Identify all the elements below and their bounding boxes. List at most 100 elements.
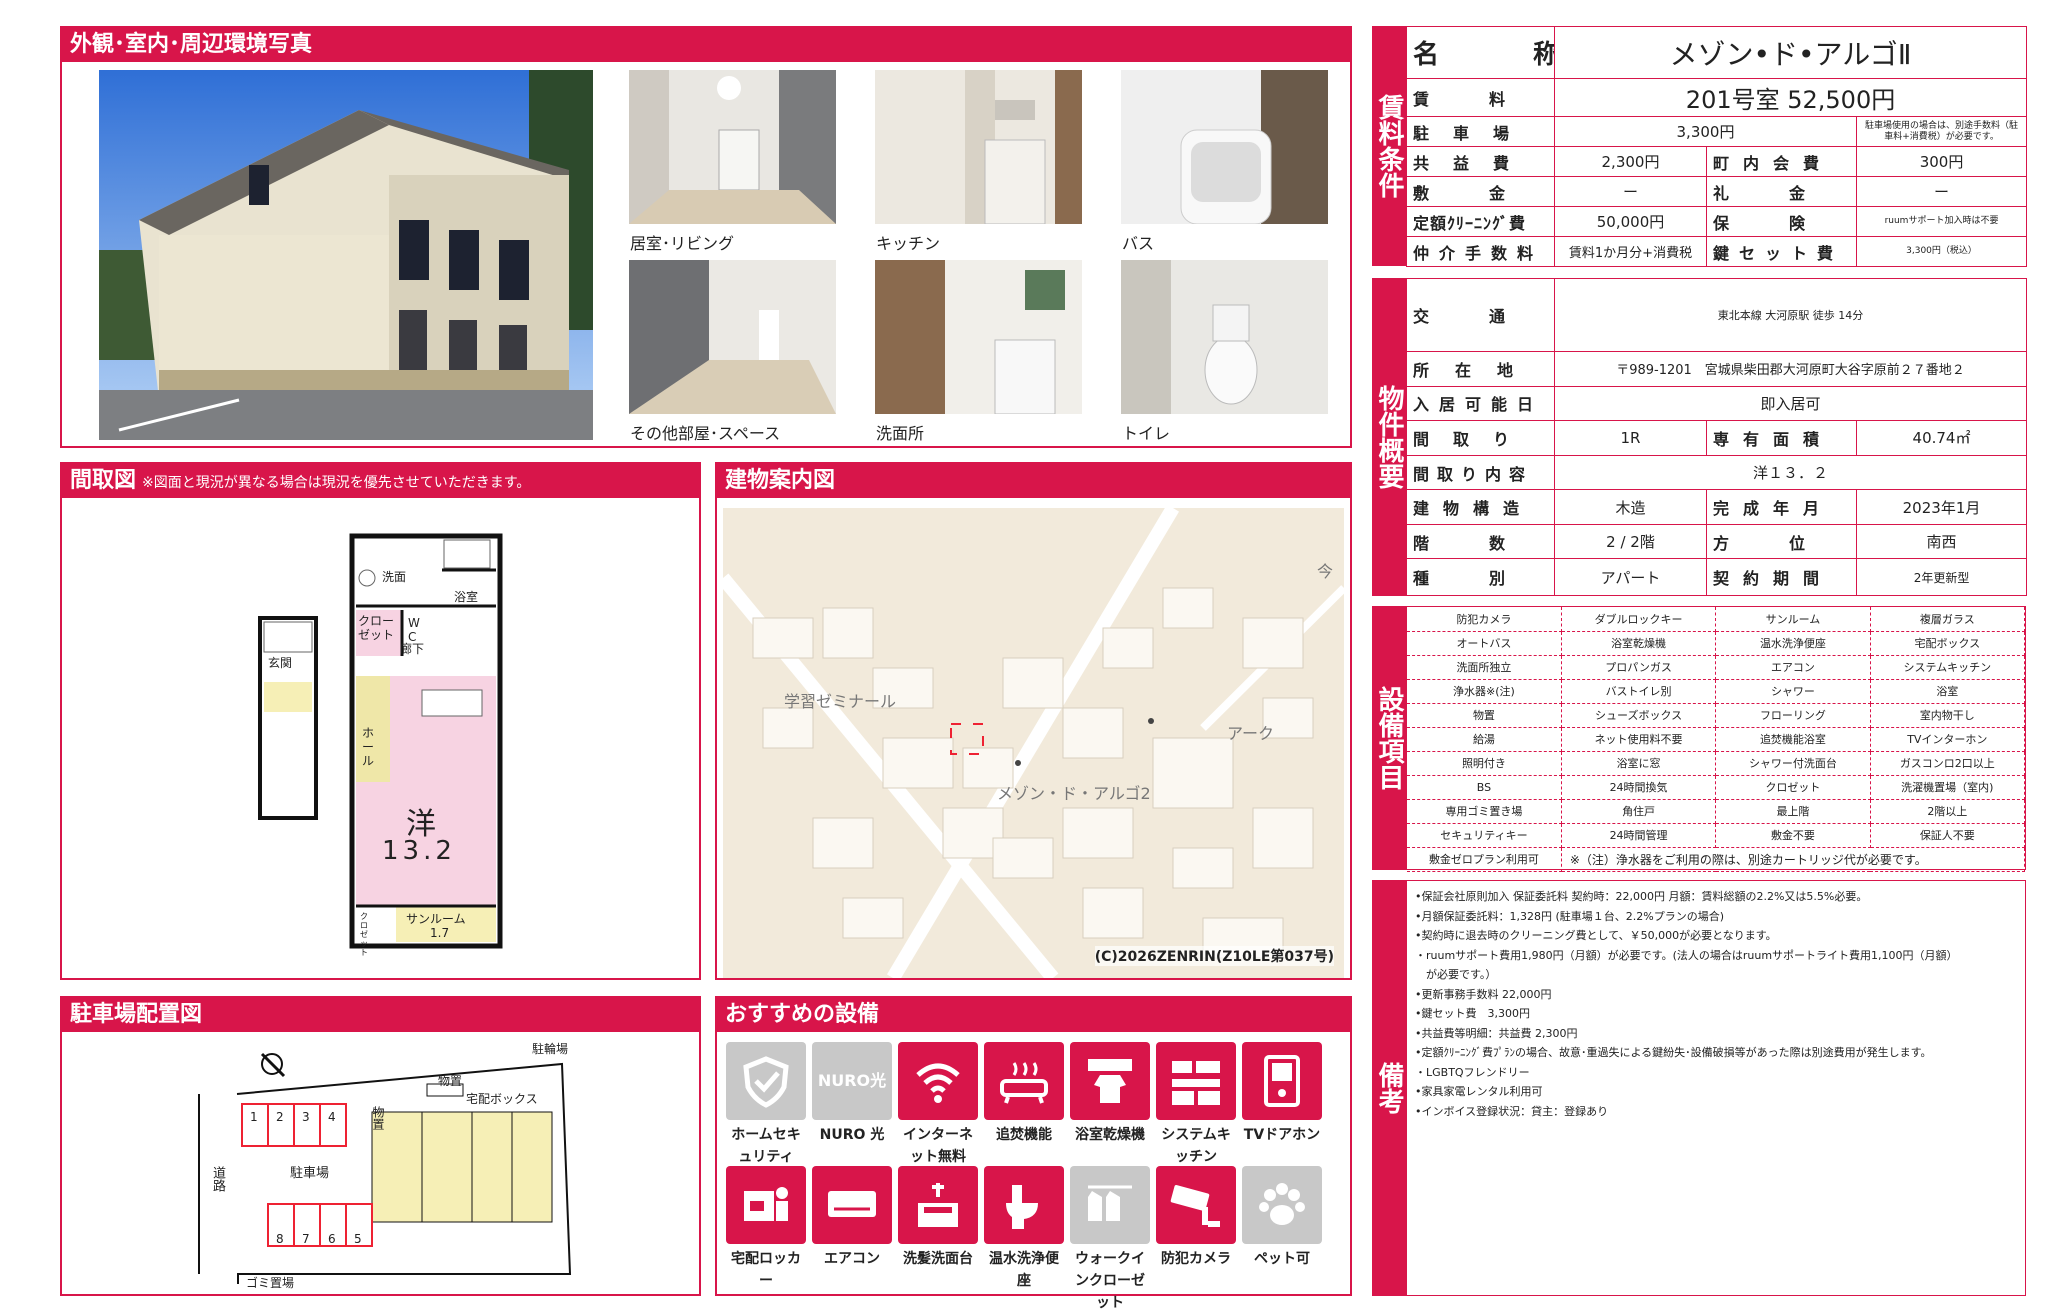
recommend-item: 追焚機能	[983, 1042, 1065, 1146]
closet-icon	[1070, 1166, 1150, 1244]
equipment-item: ネット使用料不要	[1561, 727, 1717, 752]
nuro-icon: NURO光	[812, 1042, 892, 1120]
photo-caption-kitchen: キッチン	[876, 234, 941, 253]
recommend-item: 温水洗浄便座	[983, 1166, 1065, 1292]
contract-key: 契約期間	[1706, 558, 1857, 596]
equipment-note: ※（注）浄水器をご利用の際は、別途カートリッジ代が必要です。	[1561, 847, 2026, 872]
equipment-item: 敷金不要	[1715, 823, 1871, 848]
photos-header: 外観･室内･周辺環境写真	[62, 28, 1350, 62]
recommend-label: 浴室乾燥機	[1075, 1127, 1145, 1143]
recommend-item: ホームセキュリティ	[725, 1042, 807, 1168]
recommend-header: おすすめの設備	[717, 998, 1350, 1032]
equipment-item: プロパンガス	[1561, 655, 1717, 680]
recommend-label: インターネット無料	[903, 1127, 973, 1165]
washroom-photo	[875, 260, 1082, 414]
fp-label-closet: クロー ゼット	[358, 614, 395, 642]
photo-caption-toilet: トイレ	[1122, 424, 1171, 443]
floorplan-drawing	[258, 533, 503, 949]
recommend-label: 追焚機能	[996, 1127, 1052, 1143]
recommend-label: 温水洗浄便座	[989, 1251, 1059, 1289]
recommend-item: 防犯カメラ	[1155, 1166, 1237, 1270]
note-line: が必要です。）	[1415, 968, 1497, 981]
aircon-icon	[812, 1166, 892, 1244]
note-line: •インボイス登録状況：貸主：登録あり	[1415, 1104, 1609, 1118]
equipment-item: 給湯	[1407, 727, 1562, 752]
recommend-label: ホームセキュリティ	[731, 1127, 801, 1165]
equipment-item: 複層ガラス	[1870, 607, 2026, 632]
area-value: 40.74㎡	[1855, 420, 2028, 456]
direction-key: 方位	[1706, 523, 1857, 560]
other-room-photo	[629, 260, 836, 414]
equipment-item: 温水洗浄便座	[1715, 631, 1871, 656]
type-value: アパート	[1554, 558, 1707, 596]
recommend-label: 洗髪洗面台	[903, 1251, 973, 1267]
recommend-item: システムキッチン	[1155, 1042, 1237, 1168]
equipment-item: 24時間管理	[1561, 823, 1717, 848]
parking-storage: 物置	[438, 1074, 463, 1088]
recommend-item: 宅配ロッカー	[725, 1166, 807, 1292]
parking-space-6: 6	[328, 1232, 336, 1246]
notes-box: •保証会社原則加入 保証委託料 契約時：22,000円 月額：賃料総額の2.2%…	[1406, 880, 2026, 1296]
structure-value: 木造	[1554, 489, 1707, 525]
rent-table: 名 称メゾン•ド•アルゴⅡ 賃料 201号室 52,500円 駐車場 3,300円駐…	[1406, 26, 2028, 267]
parking-panel: 駐車場配置図 駐輪場 物置 物置 宅配ボックス 駐車場 道路 ゴミ置場 1 2 …	[60, 996, 701, 1296]
equipment-item: 室内物干し	[1870, 703, 2026, 728]
parking-space-1: 1	[250, 1110, 258, 1124]
fp-label-yokushitsu: 浴室	[454, 590, 479, 604]
equipment-item: フローリング	[1715, 703, 1871, 728]
note-line: •更新事務手数料 22,000円	[1415, 987, 1552, 1001]
parking-space-3: 3	[302, 1110, 310, 1124]
deposit-value: ー	[1554, 176, 1707, 207]
recommend-panel: おすすめの設備 ホームセキュリティ NURO光 NURO 光 インターネット無料 追焚機…	[715, 996, 1352, 1311]
pet-icon	[1242, 1166, 1322, 1244]
equipment-item: 防犯カメラ	[1407, 607, 1562, 632]
equipment-item: エアコン	[1715, 655, 1871, 680]
equipment-item: クロゼット	[1715, 775, 1871, 800]
contract-value: 2年更新型	[1855, 558, 2028, 596]
parking-garbage: ゴミ置場	[246, 1276, 295, 1290]
intercom-icon	[1242, 1042, 1322, 1120]
floor-key: 階数	[1406, 523, 1555, 560]
fp-label-sunroom: サンルーム	[406, 912, 466, 926]
notes-list: •保証会社原則加入 保証委託料 契約時：22,000円 月額：賃料総額の2.2%…	[1415, 887, 2019, 1121]
built-value: 2023年1月	[1855, 489, 2028, 525]
agent-fee-value: 賃料1か月分+消費税	[1554, 236, 1707, 267]
common-fee-key: 共益費	[1406, 146, 1555, 177]
bath-dryer-icon	[1070, 1042, 1150, 1120]
wifi-icon	[898, 1042, 978, 1120]
bathtub-icon	[984, 1042, 1064, 1120]
map-label-ima: 今	[1317, 562, 1334, 581]
type-key: 種別	[1406, 558, 1555, 596]
traffic-value: 東北本線 大河原駅 徒歩 14分	[1553, 277, 2028, 353]
address-key: 所在地	[1406, 351, 1555, 387]
layout-detail-value: 洋１３．２	[1553, 454, 2028, 491]
fp-label-rouka: 廊下	[400, 642, 425, 656]
equipment-item: 最上階	[1715, 799, 1871, 824]
parking-header: 駐車場配置図	[62, 998, 699, 1032]
cleaning-key: 定額ｸﾘｰﾆﾝｸﾞ費	[1406, 206, 1555, 237]
locker-icon	[726, 1166, 806, 1244]
map-label-building: メゾン・ド・アルゴ2	[997, 784, 1151, 803]
equipment-item: 追焚機能浴室	[1715, 727, 1871, 752]
equipment-item: 24時間換気	[1561, 775, 1717, 800]
map-header: 建物案内図	[717, 464, 1350, 498]
traffic-key: 交通	[1406, 277, 1555, 353]
parking-value: 3,300円	[1554, 116, 1857, 147]
fp-label-closet2: ク ロ ゼ ッ ト	[360, 912, 368, 957]
equipment-item: シャワー	[1715, 679, 1871, 704]
equipment-item: 敷金ゼロプラン利用可	[1407, 847, 1562, 872]
shield-icon	[726, 1042, 806, 1120]
recommend-item: TVドアホン	[1241, 1042, 1323, 1146]
kitchen-icon	[1156, 1042, 1236, 1120]
equipment-item: 浴室に窓	[1561, 751, 1717, 776]
property-flyer: 外観･室内･周辺環境写真 居室･リビング キッチン バス その他部屋･スペース …	[0, 0, 2056, 1311]
parking-road: 道路	[210, 1166, 225, 1192]
fp-label-room-size: 13.2	[382, 836, 456, 866]
movein-key: 入居可能日	[1406, 385, 1555, 422]
camera-icon	[1156, 1166, 1236, 1244]
parking-space-8: 8	[276, 1232, 284, 1246]
cleaning-value: 50,000円	[1554, 206, 1707, 237]
equipment-item: 専用ゴミ置き場	[1407, 799, 1562, 824]
floorplan-note: ※図面と現況が異なる場合は現況を優先させていただきます。	[142, 475, 531, 491]
equipment-item: ダブルロックキー	[1561, 607, 1717, 632]
